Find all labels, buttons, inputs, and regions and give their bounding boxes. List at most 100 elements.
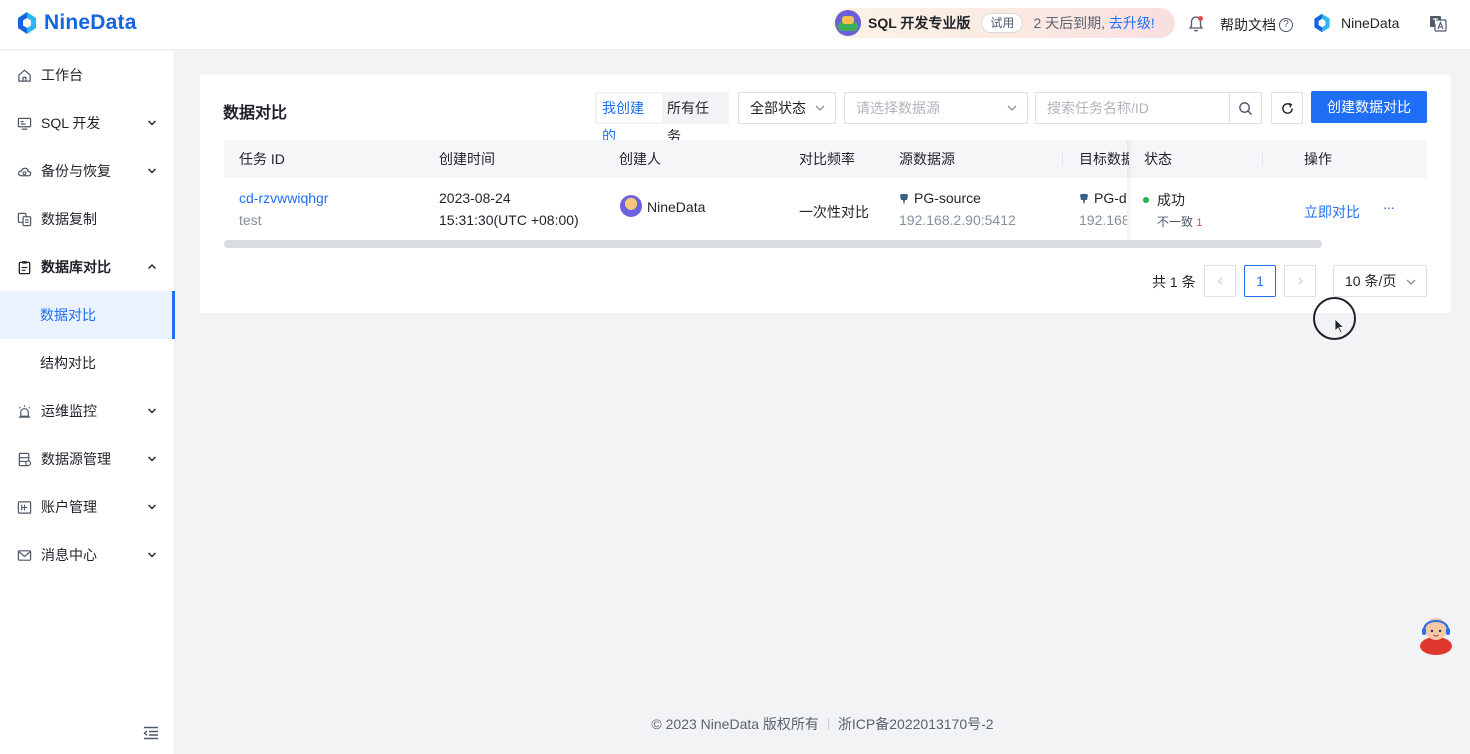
sidebar-item-label: 数据复制 [41,211,97,227]
cloud-icon [16,163,32,179]
top-header: NineData SQL 开发专业版 试用 2 天后到期, 去升级! 帮助文档 … [0,0,1470,50]
page-footer: © 2023 NineData 版权所有 浙ICP备2022013170号-2 [175,714,1470,734]
ninedata-logo[interactable]: NineData [14,10,137,36]
prev-page-button[interactable] [1204,265,1236,297]
chevron-down-icon [148,504,156,510]
ninedata-logo-icon [18,12,36,34]
search-input[interactable] [1036,93,1228,123]
task-id-link[interactable]: cd-rzvwwiqhgr [239,190,328,206]
sidebar: 工作台 SQL 开发 备份与恢复 数据复制 数据库对比 数据对比 结构对比 运维… [0,51,175,754]
filter-mine-button[interactable]: 我创建的 [597,94,662,144]
page-size-select[interactable]: 10 条/页 [1333,265,1427,297]
clipboard-icon [16,259,32,275]
source-address: 192.168.2.90:5412 [899,212,1016,228]
user-name: NineData [1341,15,1400,31]
source-datasource: PG-source [899,190,981,206]
copy-icon [16,211,32,227]
sidebar-item-messages[interactable]: 消息中心 [0,531,175,579]
sidebar-item-label: 账户管理 [41,499,97,515]
refresh-button[interactable] [1271,92,1303,124]
task-name: test [239,212,262,228]
sidebar-item-workbench[interactable]: 工作台 [0,51,175,99]
chevron-down-icon [148,456,156,462]
promo-title: SQL 开发专业版 [868,15,971,31]
datasource-select[interactable]: 请选择数据源 [844,92,1028,124]
column-header: 创建时间 [439,151,495,167]
data-compare-card: 数据对比 我创建的 所有任务 全部状态 请选择数据源 创建数据对比 任务 ID … [200,75,1451,313]
sidebar-item-structure-compare[interactable]: 结构对比 [0,339,175,387]
chevron-right-icon [1297,277,1303,285]
sidebar-item-account[interactable]: 账户管理 [0,483,175,531]
user-logo-icon [1314,13,1330,33]
chevron-down-icon [148,120,156,126]
home-icon [16,67,32,83]
status-select-value: 全部状态 [750,100,806,116]
sidebar-item-monitoring[interactable]: 运维监控 [0,387,175,435]
chevron-down-icon [148,408,156,414]
filter-all-button[interactable]: 所有任务 [662,94,727,144]
search-button[interactable] [1229,93,1261,123]
chevron-up-icon [148,264,156,269]
table-header: 任务 ID 创建时间 创建人 对比频率 源数据源 目标数据源 状态 操作 [224,140,1427,178]
status-cell: 成功 [1143,190,1185,210]
create-data-compare-button[interactable]: 创建数据对比 [1311,91,1427,123]
sidebar-item-label: 工作台 [41,67,83,83]
promo-car-icon [835,10,861,36]
sidebar-item-label: 数据源管理 [41,451,111,467]
status-text: 成功 [1157,192,1185,208]
task-scope-toggle: 我创建的 所有任务 [595,92,729,144]
collapse-sidebar-icon[interactable] [143,726,159,740]
chevron-down-icon [148,552,156,558]
bell-icon[interactable] [1188,15,1204,33]
sidebar-item-data-compare[interactable]: 数据对比 [0,291,175,339]
more-actions-icon[interactable]: ··· [1383,199,1395,215]
creator-name: NineData [647,199,706,215]
status-select[interactable]: 全部状态 [738,92,836,124]
sidebar-item-datasource[interactable]: 数据源管理 [0,435,175,483]
target-address: 192.168.2.90:5413 [1079,212,1127,228]
diff-count[interactable]: 1 [1196,217,1202,229]
compare-now-link[interactable]: 立即对比 [1304,202,1360,222]
sidebar-item-label: SQL 开发 [41,115,101,131]
language-icon[interactable] [1429,14,1447,32]
expire-days: 2 天后到期, [1033,15,1106,31]
created-date: 2023-08-24 [439,190,511,206]
help-docs-link[interactable]: 帮助文档 ? [1220,15,1293,35]
total-count: 共 1 条 [1152,274,1196,290]
trial-badge: 试用 [981,13,1024,33]
page-button[interactable]: 1 [1244,265,1276,297]
diff-label: 不一致 [1157,215,1194,229]
created-time: 15:31:30(UTC +08:00) [439,212,579,228]
sidebar-item-db-compare[interactable]: 数据库对比 [0,243,175,291]
column-header: 状态 [1144,151,1172,167]
chevron-down-icon [815,105,825,111]
customer-support-icon[interactable] [1418,610,1454,656]
help-label: 帮助文档 [1220,17,1276,33]
next-page-button[interactable] [1284,265,1316,297]
upgrade-link[interactable]: 去升级! [1109,15,1155,31]
copyright-text: © 2023 NineData 版权所有 [651,716,819,732]
source-name: PG-source [914,190,981,206]
promo-banner[interactable]: SQL 开发专业版 试用 2 天后到期, 去升级! [833,8,1175,38]
sidebar-item-label: 数据库对比 [41,259,111,275]
sidebar-item-backup[interactable]: 备份与恢复 [0,147,175,195]
sidebar-item-label: 备份与恢复 [41,163,111,179]
icp-link[interactable]: 浙ICP备2022013170号-2 [838,716,994,732]
column-header: 源数据源 [899,151,955,167]
search-icon [1239,101,1253,115]
sidebar-item-sql-dev[interactable]: SQL 开发 [0,99,175,147]
database-icon [16,451,32,467]
column-header: 对比频率 [799,151,855,167]
alarm-icon [16,403,32,419]
diff-summary: 不一致 1 [1157,213,1202,230]
fixed-columns: 成功 不一致 1 立即对比 ··· [1133,178,1427,240]
user-menu[interactable]: NineData [1311,12,1399,34]
expire-text: 2 天后到期, 去升级! [1033,13,1154,33]
sidebar-item-replication[interactable]: 数据复制 [0,195,175,243]
success-dot [1143,197,1149,203]
question-icon: ? [1279,18,1293,32]
column-header: 任务 ID [239,151,285,167]
column-header: 操作 [1304,151,1332,167]
horizontal-scrollbar[interactable] [224,240,1322,248]
chevron-down-icon [1007,105,1017,111]
